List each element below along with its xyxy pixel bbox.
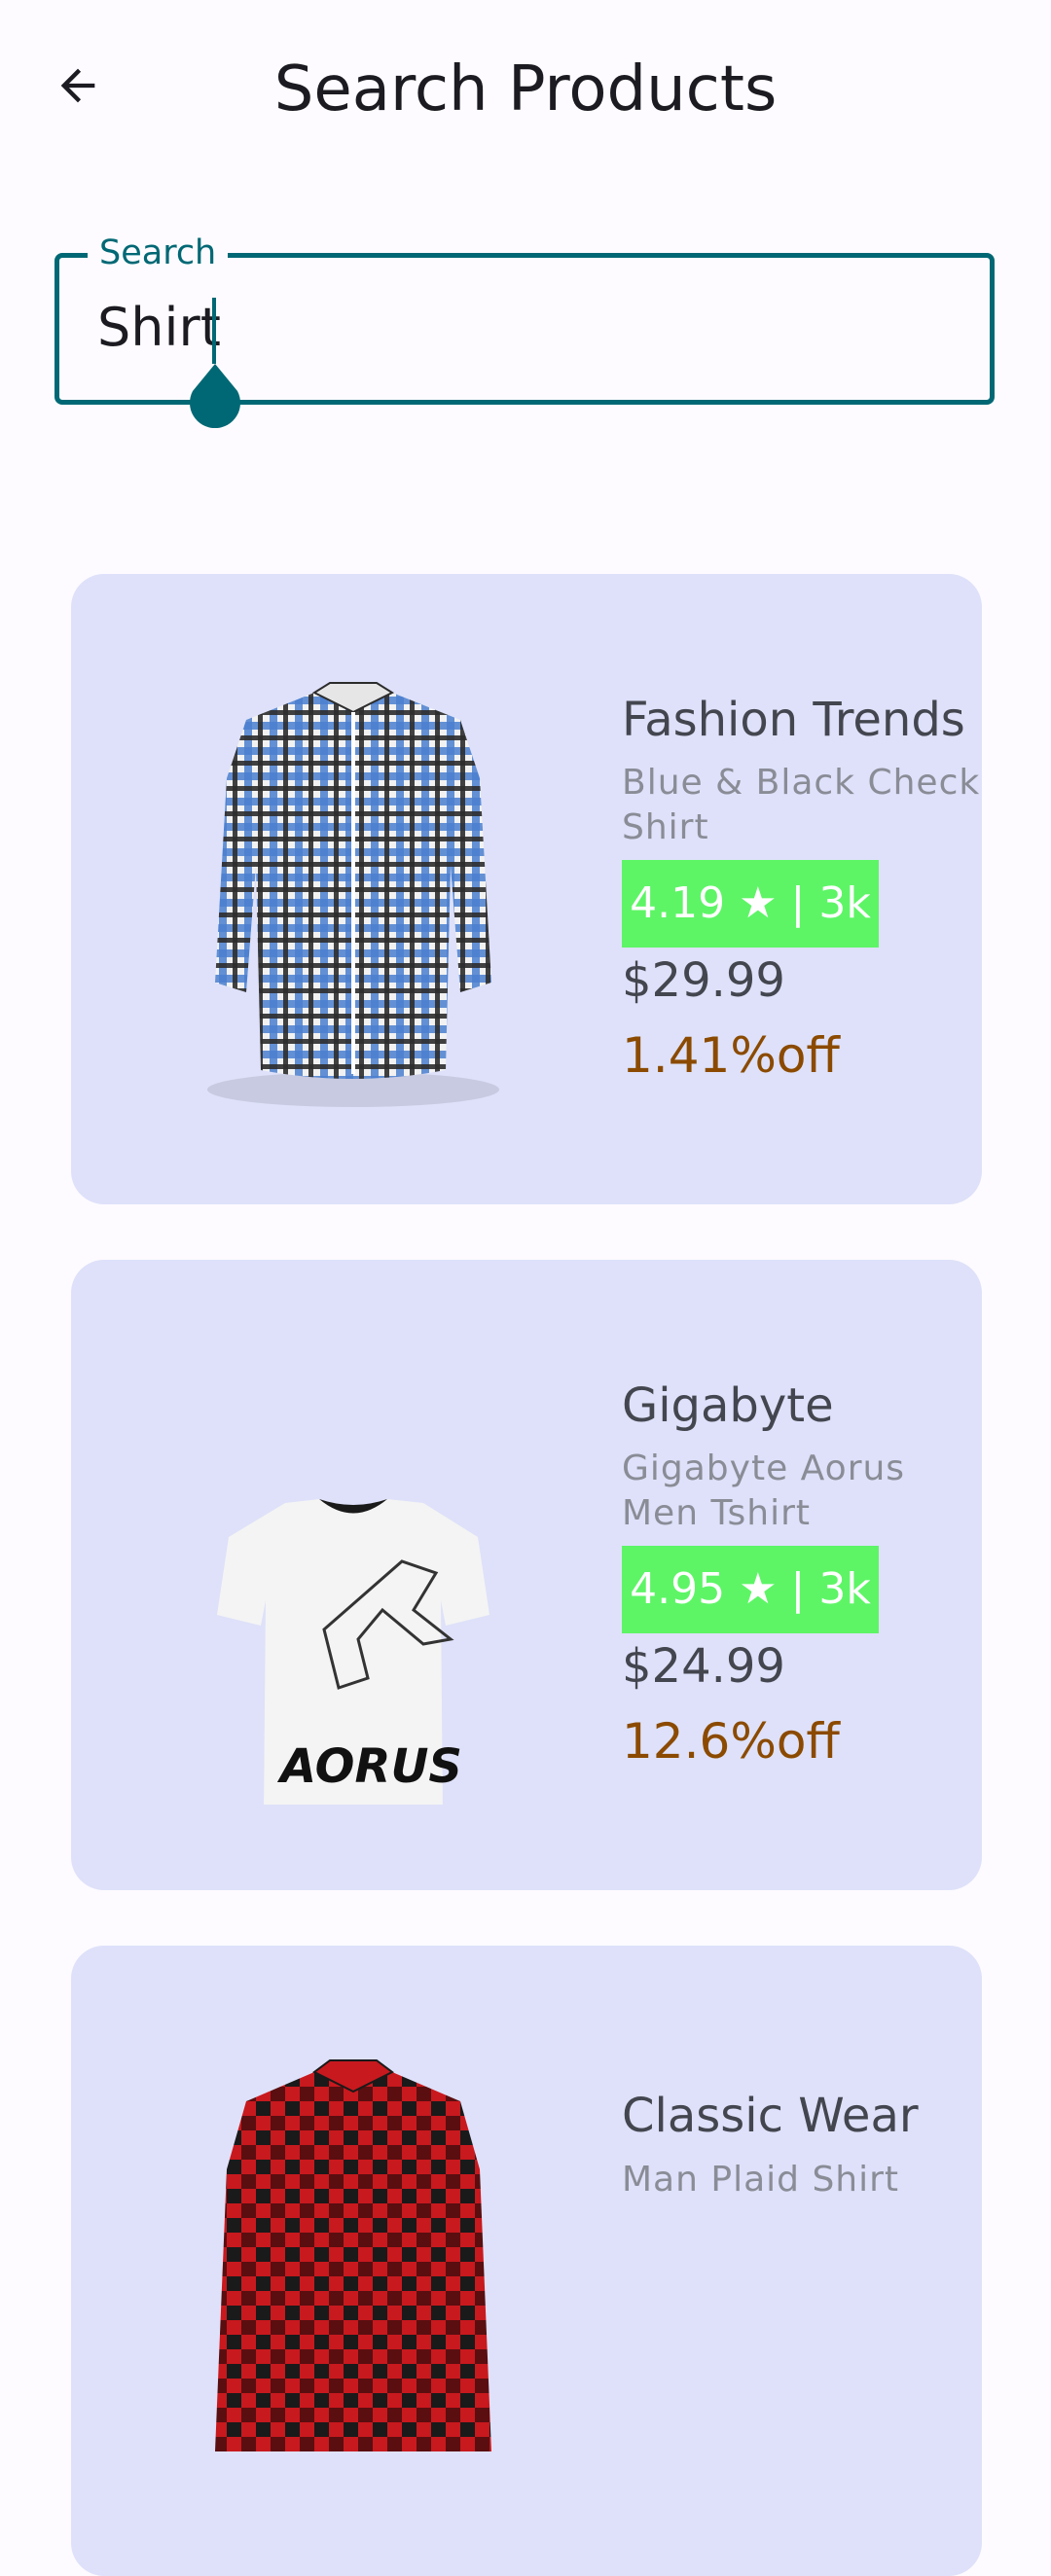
text-cursor: [212, 298, 216, 364]
search-label: Search: [88, 232, 229, 274]
product-card[interactable]: Classic Wear Man Plaid Shirt: [71, 1946, 982, 2576]
product-card[interactable]: AORUS Gigabyte Gigabyte Aorus Men Tshirt…: [71, 1260, 982, 1890]
product-discount: 1.41%off: [622, 1027, 840, 1084]
product-name: Gigabyte Aorus Men Tshirt: [622, 1449, 906, 1533]
search-value[interactable]: Shirt: [97, 294, 221, 362]
text-selection-handle[interactable]: [187, 362, 243, 428]
product-price: $29.99: [622, 953, 785, 1008]
product-brand: Fashion Trends: [622, 693, 965, 747]
top-app-bar: Search Products: [0, 0, 1051, 175]
product-image-check-shirt: [207, 682, 499, 1107]
product-discount: 12.6%off: [622, 1713, 840, 1770]
rating-badge: 4.95 ★ | 3k: [622, 1546, 879, 1633]
page-title: Search Products: [273, 54, 778, 125]
product-brand: Classic Wear: [622, 2089, 919, 2143]
product-name: Blue & Black Check Shirt: [622, 763, 981, 847]
product-name: Man Plaid Shirt: [622, 2160, 900, 2200]
rating-badge: 4.19 ★ | 3k: [622, 860, 879, 948]
product-price: $24.99: [622, 1639, 785, 1694]
product-brand: Gigabyte: [622, 1378, 834, 1433]
product-image-tshirt: AORUS: [217, 1499, 489, 1805]
svg-text:AORUS: AORUS: [276, 1739, 462, 1794]
product-card[interactable]: Fashion Trends Blue & Black Check Shirt …: [71, 574, 982, 1204]
product-image-plaid-shirt: [215, 2059, 491, 2451]
